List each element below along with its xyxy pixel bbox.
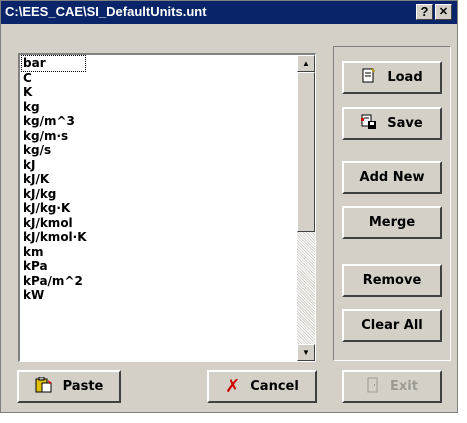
save-file-icon	[361, 114, 377, 133]
load-button[interactable]: Load	[342, 61, 442, 94]
list-item[interactable]: kJ/kmol	[22, 216, 292, 231]
exit-label: Exit	[390, 379, 418, 394]
units-list-items: bar C Kkg kg/m^3 kg/m·s kg/s kJ kJ/K kJ/kg kJ/kg·…	[21, 55, 292, 303]
add-new-button[interactable]: Add New	[342, 161, 442, 194]
load-label: Load	[387, 70, 423, 85]
unit-file-dialog: C:\EES_CAE\SI_DefaultUnits.unt ? ✕ bar C K…	[0, 0, 458, 413]
list-item[interactable]: kPa/m^2	[22, 274, 292, 289]
list-item[interactable]: km	[22, 245, 292, 260]
exit-button[interactable]: Exit	[342, 370, 442, 403]
list-item[interactable]: kg	[22, 100, 292, 115]
list-item[interactable]: K	[22, 85, 292, 100]
paste-icon	[35, 376, 53, 396]
save-label: Save	[387, 116, 423, 131]
list-item[interactable]: kJ/K	[22, 172, 292, 187]
units-listbox[interactable]: bar C Kkg kg/m^3 kg/m·s kg/s kJ kJ/K kJ/kg kJ/kg·…	[18, 53, 316, 362]
paste-label: Paste	[62, 379, 104, 394]
vertical-scrollbar[interactable]: ▲ ▼	[297, 55, 315, 361]
list-item[interactable]: kg/m^3	[22, 114, 292, 129]
paste-button[interactable]: Paste	[17, 370, 121, 403]
remove-button[interactable]: Remove	[342, 264, 442, 297]
list-item[interactable]: kJ/kg	[22, 187, 292, 202]
list-item[interactable]: kg/m·s	[22, 129, 292, 144]
load-file-icon	[361, 67, 377, 87]
cancel-button[interactable]: ✗ Cancel	[207, 370, 317, 403]
list-item[interactable]: kJ	[22, 158, 292, 173]
close-button[interactable]: ✕	[435, 4, 452, 20]
list-item[interactable]: C	[22, 71, 292, 86]
list-item[interactable]: kPa	[22, 259, 292, 274]
list-item[interactable]: kW	[22, 288, 292, 303]
list-item[interactable]: kJ/kmol·K	[22, 230, 292, 245]
list-item[interactable]: kg/s	[22, 143, 292, 158]
exit-door-icon	[366, 377, 380, 396]
title-bar: C:\EES_CAE\SI_DefaultUnits.unt ? ✕	[1, 1, 457, 24]
scrollbar-thumb[interactable]	[297, 72, 315, 232]
list-item[interactable]: bar	[21, 55, 86, 72]
list-item[interactable]: kJ/kg·K	[22, 201, 292, 216]
merge-button[interactable]: Merge	[342, 206, 442, 239]
window-title: C:\EES_CAE\SI_DefaultUnits.unt	[5, 4, 207, 19]
help-button[interactable]: ?	[416, 4, 433, 20]
save-button[interactable]: Save	[342, 107, 442, 140]
clear-all-button[interactable]: Clear All	[342, 309, 442, 342]
cancel-x-icon: ✗	[225, 375, 241, 397]
cancel-label: Cancel	[250, 379, 299, 394]
scroll-up-button[interactable]: ▲	[297, 55, 315, 72]
scroll-down-button[interactable]: ▼	[297, 344, 315, 361]
